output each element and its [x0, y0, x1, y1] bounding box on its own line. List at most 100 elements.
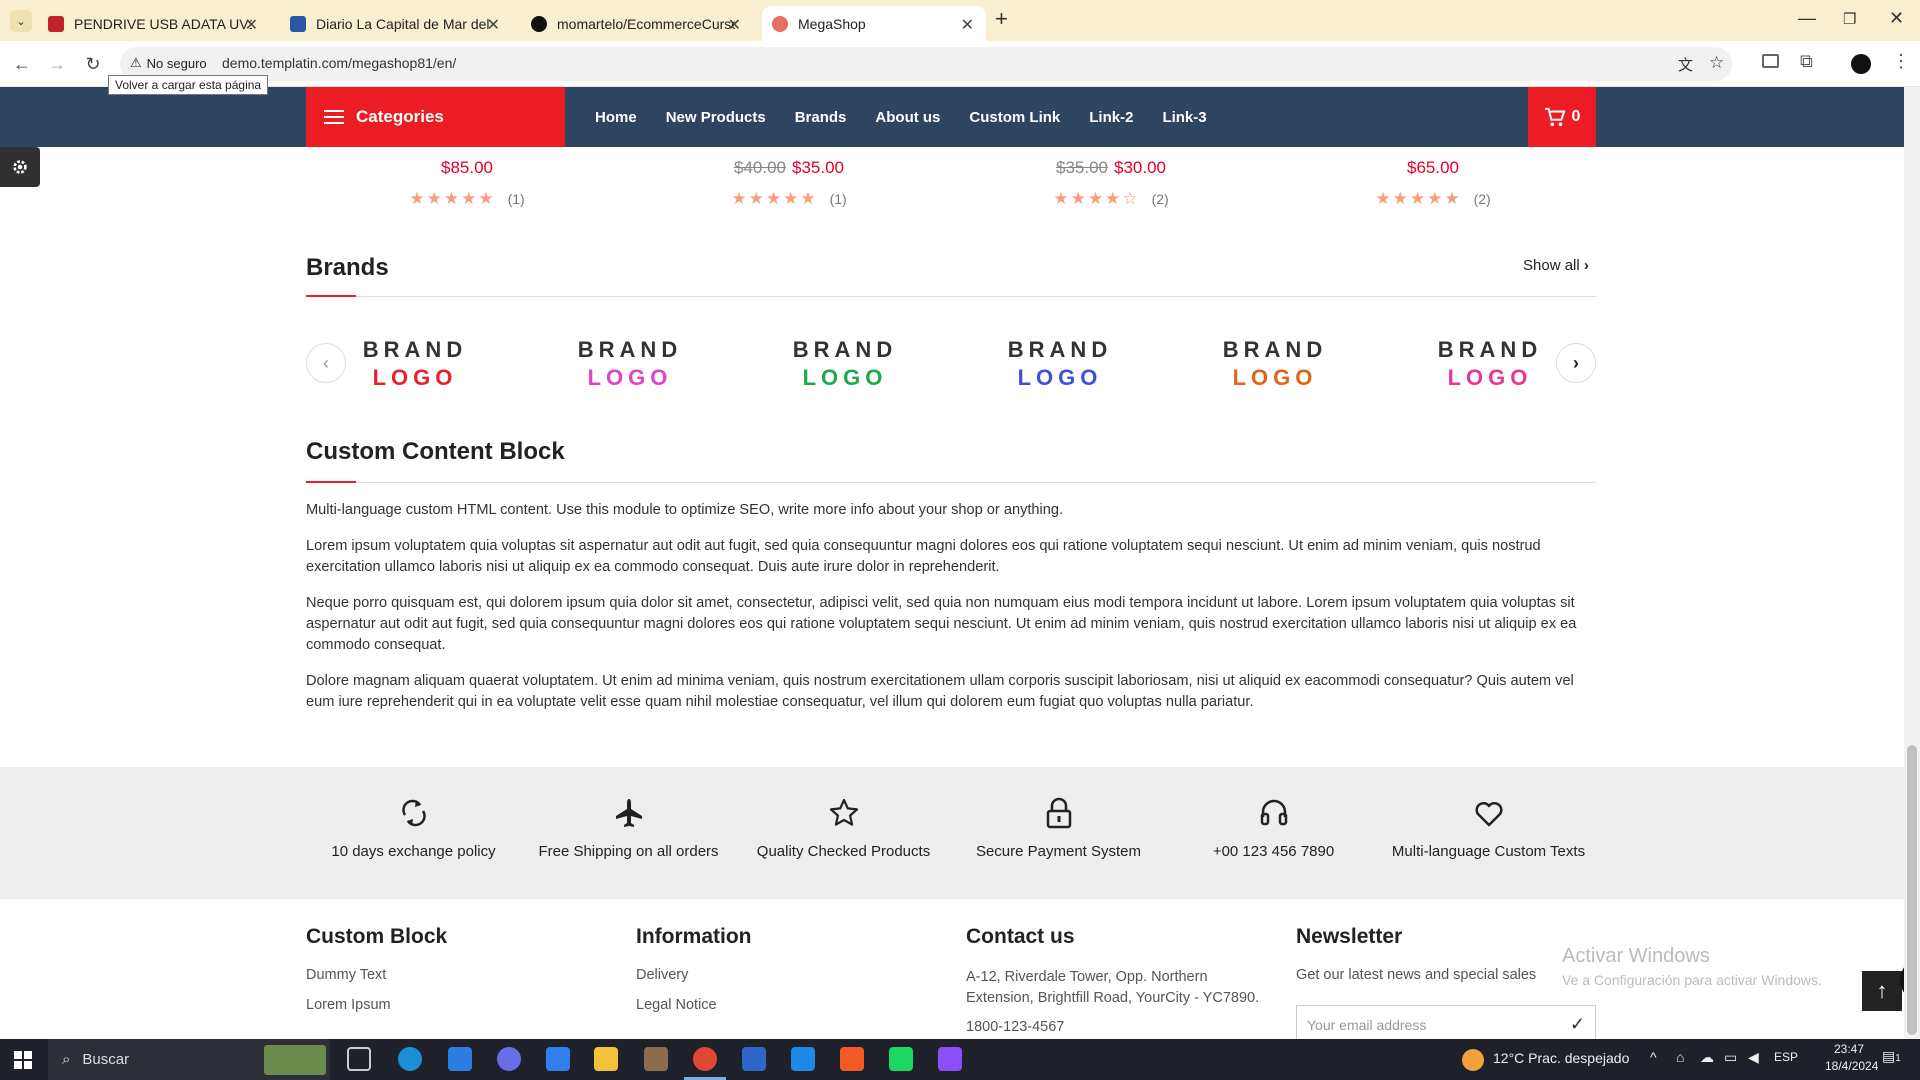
product-card[interactable]: $65.00 ★ ★ ★ ★ ★ (2): [1272, 158, 1594, 209]
close-window-icon[interactable]: ✕: [1889, 8, 1904, 29]
search-icon: ⌕: [62, 1051, 71, 1068]
footer-link[interactable]: Delivery: [636, 967, 752, 983]
close-tab-icon[interactable]: ✕: [961, 15, 974, 35]
categories-button[interactable]: Categories: [306, 87, 565, 147]
menu-kebab-icon[interactable]: ⋮: [1892, 51, 1910, 72]
brands-title-underline: [306, 295, 356, 297]
review-count: (2): [1151, 191, 1169, 207]
new-tab-button[interactable]: +: [995, 6, 1008, 32]
brand-logo[interactable]: BRAND LOGO: [340, 336, 490, 392]
chrome-icon[interactable]: [693, 1047, 717, 1071]
translate-icon[interactable]: 文: [1678, 54, 1693, 75]
star-filled-icon: ★: [1053, 189, 1069, 208]
show-all-link[interactable]: Show all ›: [1523, 257, 1589, 274]
taskbar-search[interactable]: ⌕ Buscar: [48, 1039, 330, 1080]
footer-link[interactable]: Dummy Text: [306, 967, 447, 983]
search-placeholder: Buscar: [82, 1051, 130, 1068]
content-paragraph: Dolore magnam aliquam quaerat voluptatem…: [306, 673, 1574, 710]
pycharm-icon[interactable]: [889, 1047, 913, 1071]
close-tab-icon[interactable]: ✕: [245, 15, 258, 35]
features-bar: 10 days exchange policy Free Shipping on…: [0, 767, 1904, 899]
product-card[interactable]: $35.00 $30.00 ★ ★ ★ ★ ☆ (2): [950, 158, 1272, 209]
reload-icon[interactable]: ↻: [80, 51, 106, 77]
brave-icon[interactable]: [840, 1047, 864, 1071]
search-highlight-image: [264, 1045, 326, 1075]
footer-link[interactable]: Legal Notice: [636, 997, 752, 1013]
main-nav: Home New Products Brands About us Custom Lin…: [595, 87, 1236, 147]
profile-avatar[interactable]: [1851, 54, 1871, 74]
clock[interactable]: 23:47 18/4/2024: [1825, 1042, 1878, 1073]
edge-icon[interactable]: [398, 1047, 422, 1071]
nav-link[interactable]: New Products: [666, 109, 766, 126]
contact-phone[interactable]: 1800-123-4567: [966, 1019, 1276, 1035]
file-explorer-icon[interactable]: [594, 1047, 618, 1071]
star-filled-icon: ★: [1392, 189, 1408, 208]
tab-list-icon[interactable]: ⌄: [10, 10, 32, 32]
extensions-icon[interactable]: ⧉: [1800, 51, 1813, 72]
brand-logo[interactable]: BRAND LOGO: [1200, 336, 1350, 392]
vscode-icon[interactable]: [791, 1047, 815, 1071]
windows-start-icon[interactable]: [14, 1051, 32, 1069]
star-filled-icon: ★: [783, 189, 799, 208]
omnibox[interactable]: ⚠ No seguro demo.templatin.com/megashop81…: [120, 47, 1732, 81]
notifications-icon[interactable]: ▤1: [1882, 1048, 1901, 1065]
mail-icon[interactable]: [448, 1047, 472, 1071]
back-icon[interactable]: ←: [9, 51, 35, 77]
minimize-icon[interactable]: —: [1798, 8, 1816, 29]
app-icon[interactable]: [644, 1047, 668, 1071]
scrollbar-thumb[interactable]: [1907, 745, 1917, 1035]
tray-overflow-icon[interactable]: ^: [1650, 1049, 1657, 1065]
forward-icon[interactable]: →: [44, 51, 70, 77]
product-card[interactable]: $85.00 ★ ★ ★ ★ ★ (1): [306, 158, 628, 209]
brand-logo[interactable]: BRAND LOGO: [555, 336, 705, 392]
close-tab-icon[interactable]: ✕: [487, 15, 500, 35]
star-filled-icon: ★: [765, 189, 782, 208]
close-tab-icon[interactable]: ✕: [728, 15, 741, 35]
bookmark-star-icon[interactable]: ☆: [1709, 53, 1724, 73]
scroll-to-top-button[interactable]: ↑: [1862, 971, 1902, 1011]
security-label[interactable]: No seguro: [147, 56, 207, 71]
browser-tab[interactable]: MegaShop ✕: [762, 6, 986, 41]
network-icon[interactable]: ▭: [1724, 1049, 1737, 1066]
volume-icon[interactable]: ◀: [1748, 1049, 1759, 1066]
brand-logo[interactable]: BRAND LOGO: [770, 336, 920, 392]
footer-link[interactable]: Lorem Ipsum: [306, 997, 447, 1013]
brand-logo-top: BRAND: [362, 337, 468, 362]
brands-title: Brands: [306, 254, 389, 281]
meet-icon[interactable]: ⌂: [1676, 1049, 1684, 1065]
footer-information: Information Delivery Legal Notice: [636, 925, 752, 1027]
nav-link[interactable]: Link-3: [1162, 109, 1206, 126]
footer-contact: Contact us A-12, Riverdale Tower, Opp. N…: [966, 925, 1276, 1049]
weather-text[interactable]: 12°C Prac. despejado: [1493, 1050, 1629, 1066]
star-filled-icon: ★: [478, 189, 494, 208]
browser-tab[interactable]: Diario La Capital de Mar del Pl ✕: [280, 6, 512, 41]
onedrive-icon[interactable]: ☁: [1700, 1049, 1714, 1066]
nav-link[interactable]: Custom Link: [969, 109, 1060, 126]
nav-link[interactable]: About us: [875, 109, 940, 126]
brand-logo-bottom: LOGO: [1447, 365, 1533, 390]
submit-check-icon[interactable]: ✓: [1570, 1014, 1585, 1035]
language-indicator[interactable]: ESP: [1774, 1050, 1798, 1064]
brand-logo[interactable]: BRAND LOGO: [985, 336, 1135, 392]
restore-icon[interactable]: ❐: [1843, 10, 1856, 28]
nav-link[interactable]: Home: [595, 109, 637, 126]
cast-icon[interactable]: [1762, 54, 1779, 68]
weather-icon[interactable]: [1462, 1049, 1484, 1071]
task-view-icon[interactable]: [347, 1047, 371, 1071]
brand-logo-top: BRAND: [577, 337, 683, 362]
browser-tab[interactable]: PENDRIVE USB ADATA UV128 I✕: [38, 6, 270, 41]
url-text[interactable]: demo.templatin.com/megashop81/en/: [222, 55, 456, 71]
todo-icon[interactable]: [546, 1047, 570, 1071]
visual-studio-icon[interactable]: [938, 1047, 962, 1071]
nav-link[interactable]: Link-2: [1089, 109, 1133, 126]
store-icon[interactable]: [742, 1047, 766, 1071]
brand-logo[interactable]: BRAND LOGO: [1415, 336, 1565, 392]
nav-link[interactable]: Brands: [795, 109, 847, 126]
product-card[interactable]: $40.00 $35.00 ★ ★ ★ ★ ★ (1): [628, 158, 950, 209]
cart-button[interactable]: 0: [1528, 87, 1596, 147]
browser-tab[interactable]: momartelo/EcommerceCurso ✕: [521, 6, 753, 41]
copilot-icon[interactable]: [497, 1047, 521, 1071]
review-count: (2): [1473, 191, 1491, 207]
star-filled-icon: ★: [1375, 189, 1391, 208]
theme-settings-button[interactable]: [0, 147, 40, 187]
